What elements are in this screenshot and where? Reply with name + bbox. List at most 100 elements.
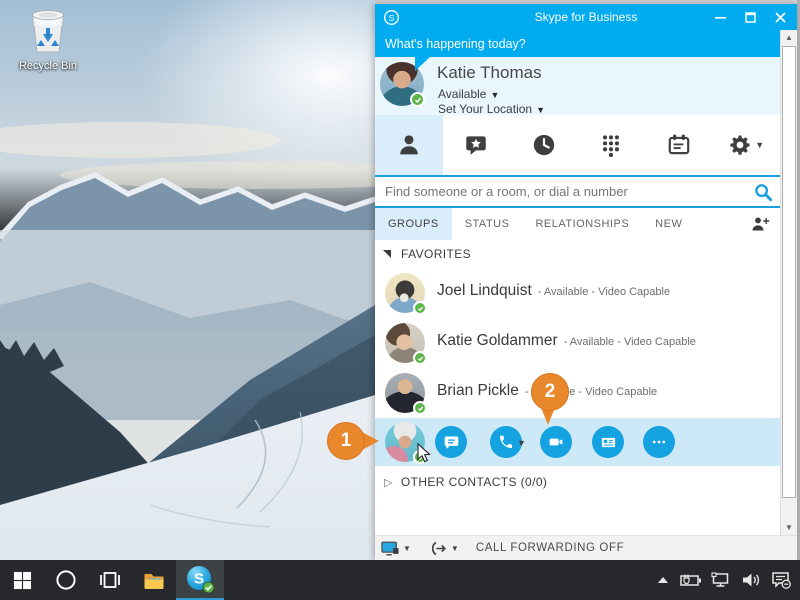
battery-tray-button[interactable]: [676, 560, 706, 600]
status-dropdown[interactable]: Available ▼: [438, 87, 499, 101]
hidden-icons-button[interactable]: [650, 560, 676, 600]
note-input[interactable]: What's happening today?: [375, 30, 780, 57]
minimize-button[interactable]: [705, 4, 735, 30]
search-input[interactable]: [375, 184, 746, 199]
primary-device-button[interactable]: ▼: [375, 536, 416, 560]
contact-row-hovered[interactable]: ▼: [375, 418, 780, 466]
start-button[interactable]: [0, 560, 44, 600]
action-center-button[interactable]: [766, 560, 796, 600]
chevron-down-icon: ▼: [450, 543, 459, 553]
recycle-bin-label: Recycle Bin: [18, 60, 78, 72]
history-icon: [533, 134, 554, 156]
recycle-bin[interactable]: Recycle Bin: [16, 6, 80, 78]
network-icon: [711, 572, 729, 587]
group-other-label: OTHER CONTACTS (0/0): [400, 475, 548, 489]
tab-new[interactable]: NEW: [642, 208, 695, 240]
volume-tray-button[interactable]: [736, 560, 766, 600]
tab-dialpad[interactable]: [578, 115, 646, 175]
group-other-contacts[interactable]: ▷ OTHER CONTACTS (0/0): [375, 466, 780, 498]
contact-name: Joel Lindquist: [437, 282, 532, 299]
task-view-icon: [100, 572, 120, 588]
chevron-down-icon: ▼: [755, 140, 765, 150]
contact-row-katie[interactable]: Katie Goldammer - Available - Video Capab…: [375, 318, 780, 368]
svg-text:S: S: [194, 571, 204, 588]
maximize-icon: [744, 11, 756, 23]
cortana-button[interactable]: [44, 560, 88, 600]
callout-step-1: 1: [327, 422, 365, 460]
tab-status[interactable]: STATUS: [452, 208, 523, 240]
start-icon: [13, 571, 31, 589]
cortana-icon: [56, 570, 76, 590]
tab-conversations[interactable]: [443, 115, 511, 175]
group-favorites-label: FAVORITES: [401, 247, 472, 261]
battery-icon: [680, 574, 701, 586]
options-gear-icon: [730, 135, 750, 155]
scroll-down-arrow[interactable]: ▼: [781, 520, 797, 535]
task-view-button[interactable]: [88, 560, 132, 600]
scrollbar[interactable]: ▲ ▼: [780, 30, 797, 535]
contact-status: - Available - Video Capable: [537, 286, 671, 298]
chat-button[interactable]: [435, 426, 467, 458]
collapsed-triangle-icon: ▷: [384, 476, 393, 489]
scroll-thumb[interactable]: [782, 46, 796, 498]
main-toolbar: ▼: [375, 115, 780, 175]
skype-taskbar-icon: S: [187, 566, 215, 594]
action-center-icon: [772, 572, 791, 589]
tab-relationships[interactable]: RELATIONSHIPS: [522, 208, 642, 240]
close-icon: [774, 11, 786, 23]
tab-meetings[interactable]: [645, 115, 713, 175]
note-placeholder: What's happening today?: [385, 36, 526, 51]
avatar: [385, 273, 427, 315]
minimize-icon: [714, 16, 726, 19]
tab-contacts[interactable]: [375, 115, 443, 175]
location-dropdown[interactable]: Set Your Location ▼: [438, 102, 545, 116]
search-button[interactable]: [746, 177, 780, 206]
dialpad-icon: [603, 135, 620, 158]
contact-status: - Available - Video Capable: [563, 336, 696, 348]
contact-row-joel[interactable]: Joel Lindquist - Available - Video Capabl…: [375, 268, 780, 318]
network-tray-button[interactable]: [706, 560, 736, 600]
volume-icon: [742, 573, 759, 587]
search-icon: [755, 183, 773, 201]
search-bar: [375, 175, 780, 208]
call-options-chevron[interactable]: ▼: [517, 438, 526, 448]
desktop: Recycle Bin S Skype for Business What's …: [0, 0, 800, 600]
system-tray: [650, 560, 800, 600]
tab-groups[interactable]: GROUPS: [375, 208, 452, 240]
chat-icon: [444, 436, 458, 449]
chevron-down-icon: ▼: [403, 543, 411, 553]
presence-available-icon: [413, 401, 427, 415]
skype-for-business-window: S Skype for Business What's happening to…: [375, 4, 797, 560]
contact-name: Katie Goldammer: [437, 332, 558, 349]
call-forwarding-icon: [431, 541, 446, 555]
more-options-button[interactable]: [643, 426, 675, 458]
add-contact-icon: [752, 217, 769, 231]
taskbar: S: [0, 560, 800, 600]
contact-list-empty-area: [375, 498, 780, 535]
contact-card-button[interactable]: [592, 426, 624, 458]
presence-available-icon: [410, 92, 425, 107]
scroll-up-arrow[interactable]: ▲: [781, 30, 797, 45]
group-favorites[interactable]: FAVORITES: [375, 240, 780, 268]
contacts-icon: [399, 135, 418, 155]
close-button[interactable]: [765, 4, 795, 30]
primary-device-icon: [381, 541, 399, 555]
profile-name: Katie Thomas: [437, 63, 542, 82]
skype-taskbar-button[interactable]: S: [176, 560, 224, 600]
video-call-button[interactable]: [540, 426, 572, 458]
avatar: [385, 323, 427, 365]
callout-step-2: 2: [531, 373, 569, 411]
contact-row-brian[interactable]: Brian Pickle - Available - Video Capable: [375, 368, 780, 418]
maximize-button[interactable]: [735, 4, 765, 30]
conversations-icon: [466, 136, 486, 155]
file-explorer-button[interactable]: [132, 560, 176, 600]
call-icon: [500, 435, 512, 448]
file-explorer-icon: [144, 573, 164, 589]
tab-history[interactable]: [510, 115, 578, 175]
bottom-bar: ▼ ▼ CALL FORWARDING OFF: [375, 535, 797, 560]
options-button[interactable]: ▼: [713, 115, 781, 175]
expanded-triangle-icon: [383, 250, 391, 258]
call-forwarding-button[interactable]: ▼: [424, 536, 464, 560]
add-contact-button[interactable]: [740, 208, 780, 240]
meetings-icon: [668, 134, 690, 155]
